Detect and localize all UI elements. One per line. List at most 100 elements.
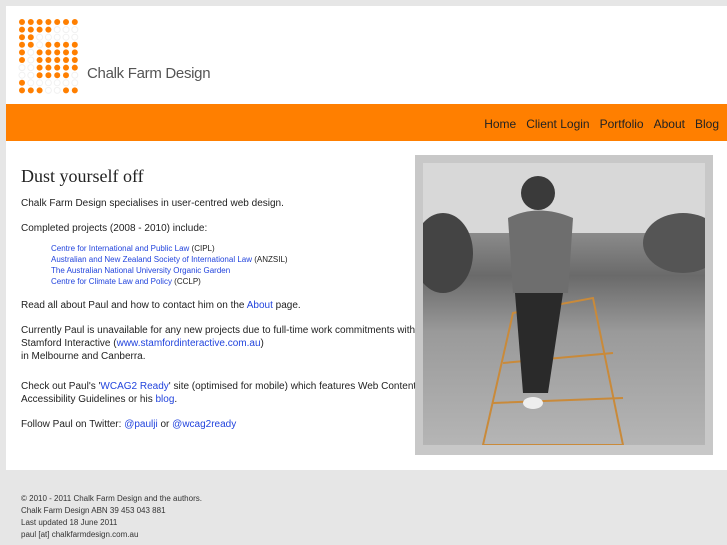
logo-dot [45, 72, 52, 79]
logo-dot [63, 57, 69, 63]
abn: Chalk Farm Design ABN 39 453 043 881 [21, 506, 166, 515]
hopscotch-photo [423, 163, 705, 445]
list-item: Centre for Climate Law and Policy (CCLP) [51, 276, 421, 287]
logo-dot [36, 49, 43, 56]
logo-dot [62, 26, 70, 34]
logo-dot [54, 49, 61, 56]
list-item: Centre for International and Public Law … [51, 243, 421, 254]
twitter-paulji-link[interactable]: @paulji [124, 419, 158, 430]
logo-dot [71, 64, 78, 71]
logo-dot [36, 87, 43, 94]
logo-dot [36, 19, 43, 25]
about-paragraph: Read all about Paul and how to contact h… [21, 300, 301, 311]
logo-dot [53, 33, 61, 41]
twitter-paragraph: Follow Paul on Twitter: @paulji or @wcag… [21, 419, 237, 430]
about-link[interactable]: About [247, 300, 273, 311]
last-updated: Last updated 18 June 2011 [21, 518, 118, 527]
logo-dot [19, 87, 25, 94]
logo-dot [18, 71, 26, 79]
nav-client-login[interactable]: Client Login [526, 117, 589, 131]
logo-dot [44, 33, 52, 41]
logo-dot [71, 79, 79, 87]
logo-dot [45, 26, 52, 33]
logo-dot [63, 87, 69, 94]
logo-dot [36, 72, 43, 79]
twitter-wcag2ready-link[interactable]: @wcag2ready [172, 419, 236, 430]
blog-link[interactable]: blog [156, 394, 175, 405]
logo-dot [53, 79, 61, 87]
logo-dot [63, 41, 69, 48]
logo-dot [36, 33, 44, 41]
logo-dot [44, 86, 52, 94]
logo-dot [36, 57, 43, 63]
project-link[interactable]: Centre for International and Public Law [51, 244, 189, 253]
logo-dot [45, 64, 52, 71]
project-link[interactable]: The Australian National University Organ… [51, 266, 230, 275]
logo-dot [36, 41, 44, 49]
logo-dot [63, 72, 69, 79]
logo-dot [45, 57, 52, 63]
project-abbr: (ANZSIL) [252, 255, 288, 264]
logo-dot [54, 64, 61, 71]
wcag2-ready-link[interactable]: WCAG2 Ready [100, 381, 168, 392]
logo-dot [44, 79, 52, 87]
contact-email: paul [at] chalkfarmdesign.com.au [21, 530, 139, 539]
logo-dot [19, 19, 25, 25]
logo-dot [53, 86, 61, 94]
logo-dot [19, 79, 25, 86]
project-abbr: (CIPL) [189, 244, 215, 253]
logo-dot [71, 87, 78, 94]
project-link[interactable]: Centre for Climate Law and Policy [51, 277, 172, 286]
page: Chalk Farm Design Home Client Login Port… [6, 6, 727, 470]
logo-dot [54, 41, 61, 48]
main-nav: Home Client Login Portfolio About Blog [6, 104, 727, 141]
logo-dot [27, 79, 35, 87]
footer: © 2010 - 2011 Chalk Farm Design and the … [21, 493, 202, 541]
logo-dot [71, 41, 78, 48]
logo-dot [18, 64, 26, 72]
logo-dot [19, 57, 25, 63]
main-content: Dust yourself off Chalk Farm Design spec… [21, 166, 421, 443]
logo-dots-icon [18, 19, 79, 94]
list-item: Australian and New Zealand Society of In… [51, 254, 421, 265]
copyright: © 2010 - 2011 Chalk Farm Design and the … [21, 494, 202, 503]
project-link[interactable]: Australian and New Zealand Society of In… [51, 255, 252, 264]
logo-dot [27, 19, 34, 25]
nav-about[interactable]: About [654, 117, 685, 131]
logo-dot [27, 87, 34, 94]
logo-dot [63, 49, 69, 56]
logo-dot [36, 26, 43, 33]
logo-dot [63, 19, 69, 25]
wcag-paragraph: Check out Paul's 'WCAG2 Ready' site (opt… [21, 381, 417, 405]
logo-dot [62, 33, 70, 41]
logo-dot [71, 57, 78, 63]
projects-list: Centre for International and Public Law … [51, 243, 421, 287]
logo-text: Chalk Farm Design [87, 65, 211, 82]
logo-dot [27, 71, 35, 79]
stamford-link[interactable]: www.stamfordinteractive.com.au [117, 338, 261, 349]
logo-dot [71, 49, 78, 56]
logo-dot [62, 79, 70, 87]
logo-dot [71, 19, 78, 25]
logo-dot [19, 49, 25, 56]
logo-dot [36, 79, 44, 87]
logo-dot [54, 72, 61, 79]
logo-dot [27, 26, 34, 33]
logo-dot [45, 49, 52, 56]
logo-dot [36, 64, 43, 71]
logo-dot [54, 57, 61, 63]
projects-heading: Completed projects (2008 - 2010) include… [21, 223, 208, 234]
nav-blog[interactable]: Blog [695, 117, 719, 131]
photo-frame [415, 155, 713, 455]
logo-dot [27, 41, 34, 48]
nav-home[interactable]: Home [484, 117, 516, 131]
logo-dot [71, 33, 79, 41]
logo-dot [27, 56, 35, 64]
logo-dot [27, 64, 35, 72]
nav-portfolio[interactable]: Portfolio [600, 117, 644, 131]
project-abbr: (CCLP) [171, 277, 201, 286]
photo-illustration [423, 163, 705, 445]
current-paragraph: Currently Paul is unavailable for any ne… [21, 325, 416, 362]
page-title: Dust yourself off [21, 166, 144, 186]
logo-dot [27, 34, 34, 41]
